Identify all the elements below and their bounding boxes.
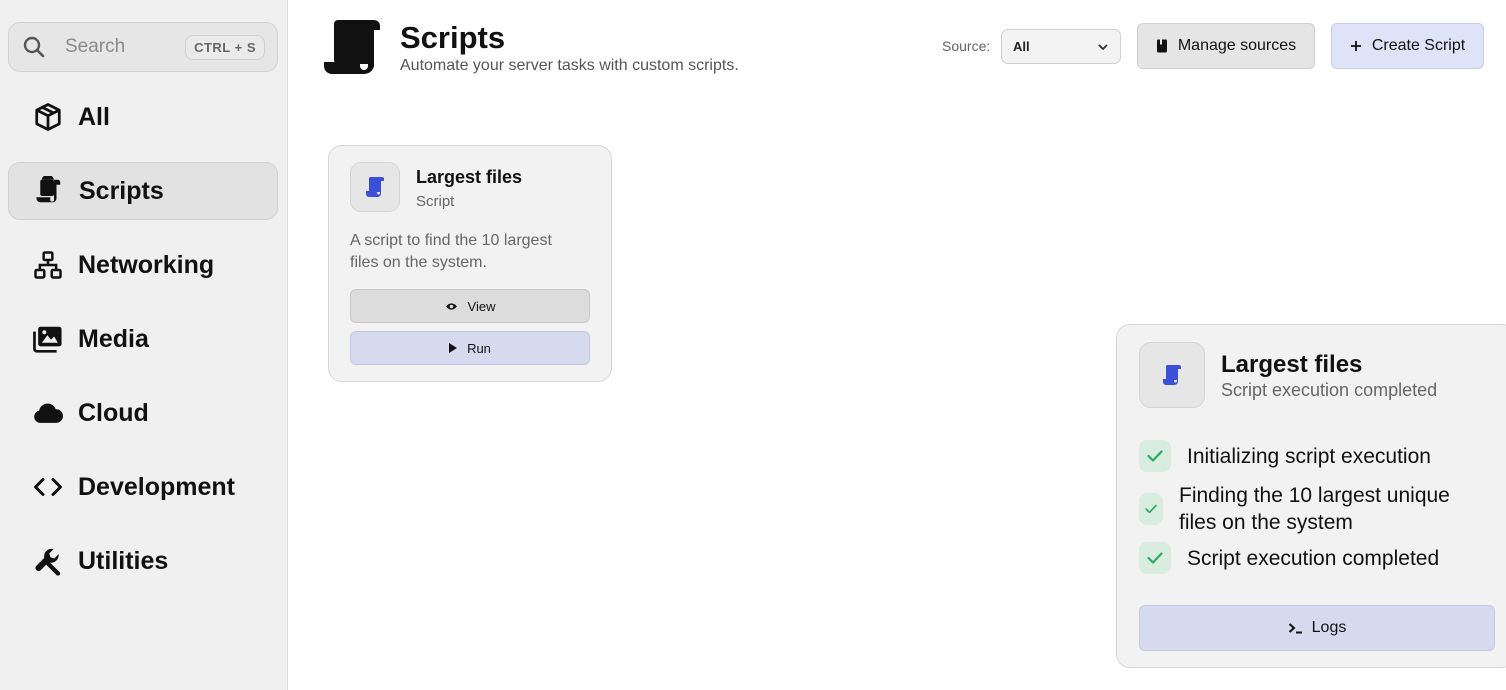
script-card: Largest files Script A script to find th… — [328, 145, 612, 382]
sidebar-item-utilities[interactable]: Utilities — [8, 532, 278, 590]
sidebar-item-all[interactable]: All — [8, 88, 278, 146]
sidebar-item-media[interactable]: Media — [8, 310, 278, 368]
search-icon — [21, 34, 47, 60]
scroll-icon — [322, 18, 382, 76]
search-shortcut-badge: CTRL + S — [185, 34, 265, 60]
run-label: Run — [467, 340, 491, 356]
logs-button[interactable]: Logs — [1139, 605, 1495, 651]
cube-icon — [32, 101, 64, 133]
execution-step-text: Initializing script execution — [1187, 444, 1431, 468]
network-icon — [32, 249, 64, 281]
check-icon — [1139, 542, 1171, 574]
sidebar-item-label: All — [78, 102, 110, 131]
card-title: Largest files — [416, 167, 523, 187]
execution-status: Script execution completed — [1221, 380, 1438, 400]
card-type: Script — [416, 193, 455, 210]
page-title: Scripts — [400, 20, 506, 55]
check-icon — [1139, 440, 1171, 472]
sidebar-item-development[interactable]: Development — [8, 458, 278, 516]
sidebar-item-label: Media — [78, 324, 149, 353]
source-select[interactable]: All — [1001, 29, 1121, 64]
run-button[interactable]: Run — [350, 331, 590, 365]
manage-sources-label: Manage sources — [1177, 37, 1297, 54]
page-subtitle: Automate your server tasks with custom s… — [400, 57, 739, 74]
create-script-label: Create Script — [1371, 37, 1466, 54]
source-label: Source: — [942, 38, 991, 54]
scroll-icon — [33, 175, 65, 207]
script-icon — [350, 162, 400, 212]
execution-step: Finding the 10 largest unique files on t… — [1139, 482, 1479, 536]
sidebar-item-scripts[interactable]: Scripts — [8, 162, 278, 220]
manage-sources-button[interactable]: Manage sources — [1137, 23, 1315, 69]
sidebar-item-cloud[interactable]: Cloud — [8, 384, 278, 442]
sidebar-item-label: Cloud — [78, 398, 149, 427]
execution-step-text: Script execution completed — [1187, 546, 1440, 570]
play-icon — [449, 343, 458, 353]
wrench-icon — [32, 545, 64, 577]
chevron-down-icon — [1097, 38, 1109, 56]
search-input[interactable]: Search CTRL + S — [8, 22, 278, 72]
sidebar-item-label: Networking — [78, 250, 215, 279]
sidebar-item-label: Development — [78, 472, 235, 501]
execution-title: Largest files — [1221, 351, 1363, 378]
execution-step-text: Finding the 10 largest unique files on t… — [1179, 484, 1450, 534]
execution-step: Initializing script execution — [1139, 440, 1431, 472]
code-icon — [32, 471, 64, 503]
sidebar: Search CTRL + S All Scripts Networking M… — [0, 0, 288, 690]
source-select-value: All — [1013, 39, 1030, 54]
check-icon — [1139, 493, 1163, 525]
book-icon — [1156, 39, 1168, 53]
images-icon — [32, 323, 64, 355]
execution-panel: Largest files Script execution completed… — [1116, 324, 1506, 668]
create-script-button[interactable]: Create Script — [1331, 23, 1484, 69]
cloud-icon — [32, 397, 64, 429]
terminal-icon — [1288, 622, 1304, 634]
eye-icon — [445, 302, 458, 311]
card-description: A script to find the 10 largest files on… — [350, 232, 552, 271]
search-placeholder: Search — [65, 36, 126, 57]
execution-step: Script execution completed — [1139, 542, 1439, 574]
script-icon — [1139, 342, 1205, 408]
view-button[interactable]: View — [350, 289, 590, 323]
plus-icon — [1350, 40, 1362, 52]
logs-label: Logs — [1311, 619, 1347, 636]
view-label: View — [467, 298, 496, 314]
sidebar-item-label: Scripts — [79, 176, 164, 205]
sidebar-item-label: Utilities — [78, 546, 169, 575]
sidebar-item-networking[interactable]: Networking — [8, 236, 278, 294]
